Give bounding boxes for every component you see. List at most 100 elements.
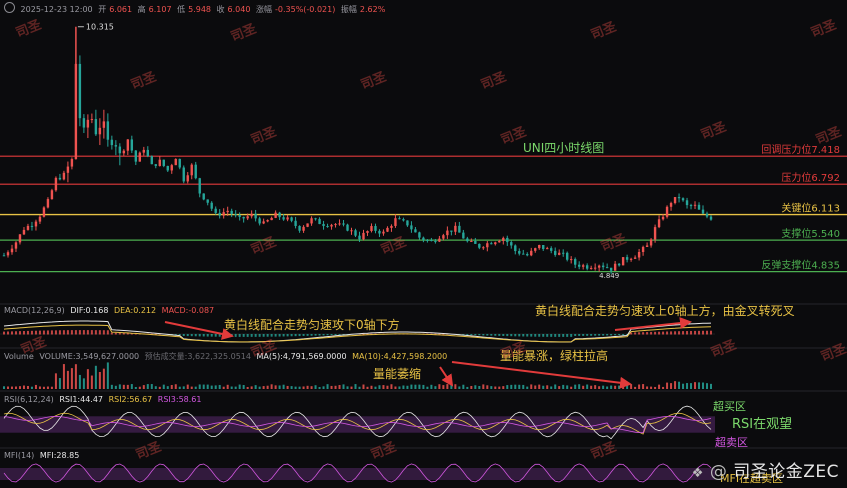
settings-icon[interactable]: [4, 2, 15, 13]
macd-bar: [558, 334, 561, 337]
volume-bar: [534, 385, 537, 389]
macd-bar: [262, 334, 265, 337]
volume-bar: [26, 385, 29, 389]
macd-label[interactable]: MACD(12,26,9): [4, 306, 65, 315]
candle-body: [130, 139, 134, 151]
candle-body: [262, 221, 265, 224]
volume-bar: [330, 385, 333, 389]
macd-note-left: 黄白线配合走势匀速攻下0轴下方: [224, 317, 400, 332]
volume-bar: [526, 386, 529, 389]
candle-body: [222, 212, 225, 216]
macd-bar: [582, 334, 585, 336]
macd-bar: [590, 334, 593, 336]
volume-bar: [66, 370, 69, 389]
volume-legend: Volume VOLUME:3,549,627.0000 预估成交量:3,622…: [4, 351, 450, 362]
volume-bar: [222, 386, 225, 389]
candle-body: [190, 164, 193, 176]
macd-bar: [690, 330, 693, 335]
volume-bar: [142, 385, 145, 389]
volume-bar: [642, 384, 645, 389]
volume-bar: [30, 386, 33, 389]
candle-body: [593, 267, 597, 269]
candle-body: [14, 242, 18, 249]
macd-bar: [118, 332, 121, 335]
volume-bar: [562, 384, 565, 389]
candle-body: [46, 199, 50, 208]
macd-bar: [58, 330, 61, 335]
volume-bar: [370, 385, 373, 389]
candle-body: [633, 257, 637, 259]
macd-bar: [30, 330, 33, 335]
candle-body: [198, 178, 201, 194]
candle-body: [150, 156, 153, 165]
volume-value: VOLUME:3,549,627.0000: [39, 352, 140, 361]
macd-bar: [566, 334, 569, 337]
volume-bar: [458, 386, 461, 389]
volume-bar: [18, 386, 21, 389]
low-value: 5.948: [188, 5, 211, 14]
candle-body: [314, 218, 317, 220]
candle-body: [434, 241, 437, 243]
macd-bar: [110, 332, 113, 335]
macd-bar: [234, 334, 237, 337]
volume-bar: [470, 385, 473, 389]
macd-bar: [270, 334, 273, 337]
macd-bar: [486, 334, 489, 336]
volume-bar: [554, 384, 557, 389]
candle-body: [486, 243, 489, 248]
volume-bar: [10, 386, 13, 389]
volume-bar: [430, 384, 433, 389]
volume-bar: [278, 385, 281, 389]
macd-bar: [290, 334, 293, 337]
candle-body: [298, 225, 301, 231]
candle-body: [306, 223, 309, 227]
candle-body: [510, 242, 513, 246]
volume-label[interactable]: Volume: [4, 352, 34, 361]
macd-bar: [526, 334, 529, 337]
volume-bar: [586, 384, 589, 389]
candle-body: [54, 177, 58, 191]
candles: 10.315 4.849 UNI四小时线图: [2, 23, 713, 280]
volume-bar: [262, 386, 265, 389]
macd-bar: [258, 334, 261, 337]
volume-bar: [454, 384, 457, 389]
volume-bar: [590, 385, 593, 389]
volume-bar: [346, 386, 349, 389]
candle-body: [238, 215, 241, 217]
volume-bar: [690, 383, 693, 389]
volume-bar: [658, 384, 661, 389]
candle-body: [134, 150, 138, 162]
logo-icon: ❖: [691, 466, 704, 481]
volume-bar: [358, 386, 361, 389]
candle-body: [629, 258, 633, 260]
macd-bar: [514, 334, 517, 337]
rsi-label[interactable]: RSI(6,12,24): [4, 395, 54, 404]
macd-bar: [586, 334, 589, 336]
candle-body: [478, 243, 481, 248]
level-label: 关键位6.113: [781, 202, 840, 215]
volume-bar: [426, 386, 429, 389]
volume-bar: [266, 385, 269, 389]
macd-bar: [642, 332, 645, 335]
macd-bar: [114, 332, 117, 335]
volume-bar: [258, 386, 261, 389]
macd-bar: [478, 334, 481, 336]
candle-body: [6, 252, 10, 256]
candle-body: [390, 225, 393, 228]
volume-bar: [94, 365, 97, 389]
volume-bar: [90, 375, 93, 389]
macd-bar: [570, 334, 573, 337]
macd-bar: [3, 331, 5, 335]
volume-bar: [538, 384, 541, 389]
candle-body: [697, 204, 701, 210]
volume-bar: [270, 384, 273, 389]
candle-body: [122, 150, 126, 154]
high-value: 6.107: [148, 5, 172, 14]
volume-bar: [390, 384, 393, 389]
macd-bar: [634, 332, 637, 335]
macd-bar: [202, 334, 205, 337]
macd-bar: [242, 334, 245, 337]
macd-bar: [474, 334, 477, 336]
candle-body: [90, 119, 94, 121]
mfi-label[interactable]: MFI(14): [4, 451, 34, 460]
